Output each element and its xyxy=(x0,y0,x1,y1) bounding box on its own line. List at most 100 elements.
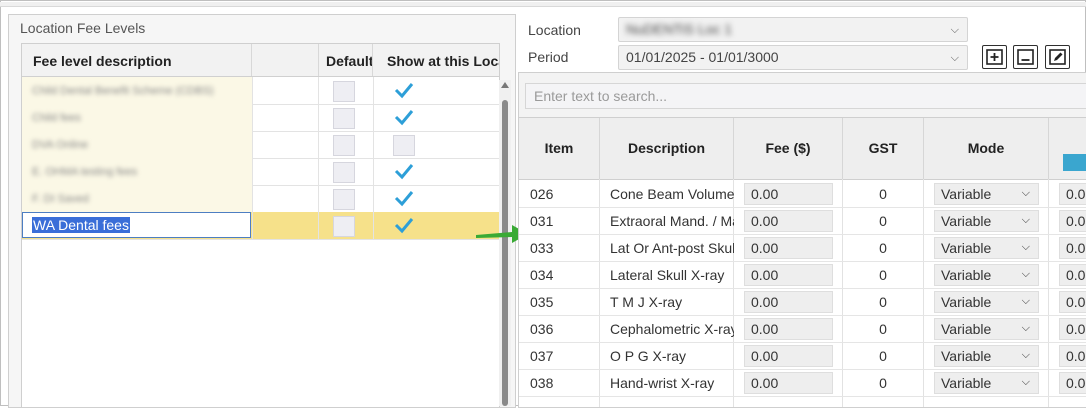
show-cell xyxy=(374,185,499,212)
mode-select[interactable]: Variable ⌵ xyxy=(934,183,1039,205)
panel-title: Location Fee Levels xyxy=(20,20,146,36)
fee-item-row[interactable]: 037 O P G X-ray 0.00 0 Variable ⌵ 0.0 xyxy=(519,342,1086,370)
default-checkbox[interactable] xyxy=(333,216,355,237)
fee-level-description: DVA Online xyxy=(32,139,89,150)
gst-value: 0 xyxy=(879,375,887,391)
item-code: 033 xyxy=(530,240,554,256)
fee-input[interactable]: 0.00 xyxy=(744,345,833,367)
chevron-down-icon: ⌵ xyxy=(1021,295,1030,307)
extra-value: 0.0 xyxy=(1066,240,1086,256)
fee-level-row[interactable]: F. DI Saved xyxy=(22,185,499,213)
fee-level-row[interactable]: Child fees xyxy=(22,104,499,132)
fee-level-row[interactable]: Child Dental Benefit Scheme (CDBS) xyxy=(22,77,499,105)
mode-value: Variable xyxy=(941,375,992,391)
remove-period-button[interactable] xyxy=(1013,45,1038,69)
extra-input[interactable]: 0.0 xyxy=(1059,345,1086,367)
show-checkbox[interactable] xyxy=(393,135,415,156)
extra-input[interactable]: 0.0 xyxy=(1059,210,1086,232)
fee-item-row[interactable]: 026 Cone Beam Volumetric 0.00 0 Variable ⌵ 0.0 xyxy=(519,180,1086,208)
fee-level-description-cell[interactable]: E. OHMA testing fees xyxy=(22,158,253,185)
col-fee[interactable]: Fee ($) xyxy=(734,118,843,179)
default-checkbox[interactable] xyxy=(333,189,355,210)
scrollbar-thumb[interactable] xyxy=(502,100,508,406)
mode-select[interactable]: Variable ⌵ xyxy=(934,210,1039,232)
fee-level-description-cell[interactable]: F. DI Saved xyxy=(22,185,253,212)
default-checkbox[interactable] xyxy=(333,162,355,183)
mode-select[interactable]: Variable ⌵ xyxy=(934,372,1039,394)
check-icon[interactable] xyxy=(393,188,415,208)
column-options-button[interactable] xyxy=(1063,154,1086,171)
item-code: 036 xyxy=(530,321,554,337)
fee-item-row[interactable]: 031 Extraoral Mand. / Max. 0.00 0 Variable ⌵ 0… xyxy=(519,207,1086,235)
mode-select[interactable]: Variable ⌵ xyxy=(934,237,1039,259)
fee-level-row-selected[interactable]: WA Dental fees xyxy=(22,212,499,240)
fee-value: 0.00 xyxy=(751,240,779,256)
fee-input[interactable]: 0.00 xyxy=(744,291,833,313)
blank-cell xyxy=(253,77,319,104)
selected-text: WA Dental fees xyxy=(32,217,130,233)
search-input[interactable]: Enter text to search... xyxy=(525,83,1086,109)
check-icon[interactable] xyxy=(393,215,415,235)
fee-input[interactable]: 0.00 xyxy=(744,372,833,394)
fee-level-description-cell[interactable]: Child Dental Benefit Scheme (CDBS) xyxy=(22,77,253,104)
fee-level-description-input[interactable]: WA Dental fees xyxy=(22,212,251,238)
extra-input[interactable]: 0.0 xyxy=(1059,183,1086,205)
extra-value: 0.0 xyxy=(1066,321,1086,337)
default-checkbox[interactable] xyxy=(333,135,355,156)
fee-input[interactable]: 0.00 xyxy=(744,318,833,340)
fee-item-row[interactable]: 038 Hand-wrist X-ray 0.00 0 Variable ⌵ 0.0 xyxy=(519,369,1086,397)
extra-input[interactable]: 0.0 xyxy=(1059,291,1086,313)
fee-input[interactable]: 0.00 xyxy=(744,237,833,259)
fee-level-row[interactable]: E. OHMA testing fees xyxy=(22,158,499,186)
col-item[interactable]: Item xyxy=(519,118,600,179)
mode-select[interactable]: Variable ⌵ xyxy=(934,264,1039,286)
location-select[interactable]: NuDENTiS Loc 1 ⌵ xyxy=(618,17,968,42)
blank-cell xyxy=(253,212,319,239)
col-mode[interactable]: Mode xyxy=(924,118,1049,179)
fee-value: 0.00 xyxy=(751,348,779,364)
fee-value: 0.00 xyxy=(751,213,779,229)
fee-item-row[interactable]: 036 Cephalometric X-ray 0.00 0 Variable ⌵ 0.0 xyxy=(519,315,1086,343)
add-period-button[interactable] xyxy=(982,45,1007,69)
fee-level-description-cell[interactable]: DVA Online xyxy=(22,131,253,158)
check-icon[interactable] xyxy=(393,107,415,127)
mode-select[interactable]: Variable ⌵ xyxy=(934,345,1039,367)
period-select[interactable]: 01/01/2025 - 01/01/3000 ⌵ xyxy=(618,45,968,70)
extra-input[interactable]: 0.0 xyxy=(1059,264,1086,286)
default-checkbox[interactable] xyxy=(333,81,355,102)
extra-input[interactable]: 0.0 xyxy=(1059,372,1086,394)
col-fee-level-description[interactable]: Fee level description xyxy=(22,44,252,76)
fee-item-row[interactable]: 034 Lateral Skull X-ray 0.00 0 Variable ⌵ 0.0 xyxy=(519,261,1086,289)
fee-input[interactable]: 0.00 xyxy=(744,183,833,205)
edit-period-button[interactable] xyxy=(1045,45,1070,69)
fee-items-grid: Item Description Fee ($) GST Mode 026 Con… xyxy=(519,117,1086,407)
blank-cell xyxy=(253,185,319,212)
blank-cell xyxy=(253,158,319,185)
col-default[interactable]: Default xyxy=(319,44,373,76)
extra-input[interactable]: 0.0 xyxy=(1059,318,1086,340)
period-value: 01/01/2025 - 01/01/3000 xyxy=(626,49,779,65)
check-icon[interactable] xyxy=(393,80,415,100)
mode-value: Variable xyxy=(941,321,992,337)
col-show-at-location[interactable]: Show at this Location xyxy=(374,44,499,76)
col-gst[interactable]: GST xyxy=(843,118,924,179)
fee-input[interactable]: 0.00 xyxy=(744,210,833,232)
fee-input[interactable]: 0.00 xyxy=(744,264,833,286)
fee-level-description-cell[interactable]: Child fees xyxy=(22,104,253,131)
fee-item-row[interactable]: 033 Lat Or Ant-post Skull 0.00 0 Variable ⌵ 0.… xyxy=(519,234,1086,262)
item-code: 037 xyxy=(530,348,554,364)
mode-select[interactable]: Variable ⌵ xyxy=(934,291,1039,313)
item-description: Lat Or Ant-post Skull xyxy=(610,240,734,256)
default-checkbox[interactable] xyxy=(333,108,355,129)
item-description: Extraoral Mand. / Max. xyxy=(610,213,734,229)
item-code: 038 xyxy=(530,375,554,391)
fee-level-row[interactable]: DVA Online xyxy=(22,131,499,159)
scroll-up-icon[interactable] xyxy=(501,82,509,88)
fee-level-description-cell[interactable]: WA Dental fees xyxy=(22,212,253,239)
fee-item-row[interactable]: 035 T M J X-ray 0.00 0 Variable ⌵ 0.0 xyxy=(519,288,1086,316)
extra-input[interactable]: 0.0 xyxy=(1059,237,1086,259)
item-description: Cone Beam Volumetric xyxy=(610,186,734,202)
check-icon[interactable] xyxy=(393,161,415,181)
col-description[interactable]: Description xyxy=(600,118,734,179)
mode-select[interactable]: Variable ⌵ xyxy=(934,318,1039,340)
